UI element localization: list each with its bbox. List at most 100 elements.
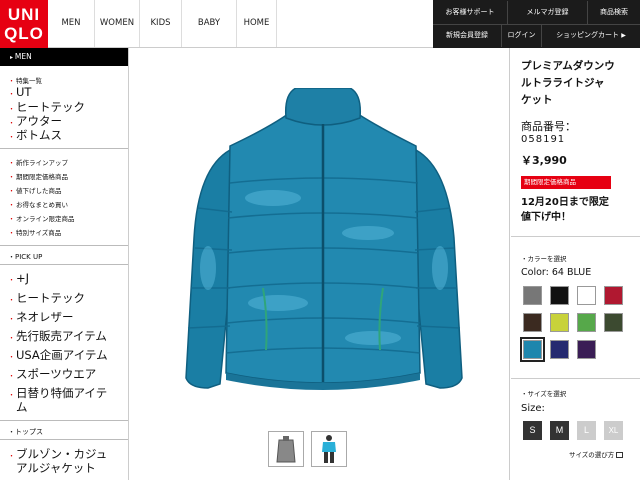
uniqlo-logo[interactable]: UNI QLO	[0, 0, 48, 48]
color-label: Color: 64 BLUE	[521, 267, 592, 278]
promo-text: 12月20日まで限定 値下げ中！	[521, 195, 609, 225]
color-swatch-navy[interactable]	[550, 340, 569, 359]
nav-kids[interactable]: KIDS	[140, 0, 182, 47]
sidebar-item-label: ブルゾン・カジュ	[16, 447, 108, 461]
color-swatch-green[interactable]	[577, 313, 596, 332]
nav-baby[interactable]: BABY	[182, 0, 237, 47]
size-button-m[interactable]: M	[550, 421, 569, 440]
product-price: ￥3,990	[521, 154, 567, 167]
color-swatch-blue-selected[interactable]	[520, 337, 545, 362]
bullet-icon: ・	[8, 452, 15, 460]
nav-home[interactable]: HOME	[237, 0, 277, 47]
sidebar-item[interactable]: ・お得なまとめ買い	[8, 199, 68, 210]
bullet-icon: ・	[8, 133, 15, 141]
thumbnail-model[interactable]	[311, 431, 347, 467]
color-swatch-white[interactable]	[577, 286, 596, 305]
bullet-icon: ・	[8, 353, 15, 361]
sidebar-item[interactable]: ・UT	[8, 85, 31, 99]
bullet-icon: ・	[8, 201, 15, 209]
sidebar-item-label: 特別サイズ商品	[16, 229, 62, 237]
sidebar-item[interactable]: ・特別サイズ商品	[8, 227, 61, 238]
sidebar-header-label: MEN	[14, 52, 32, 61]
sidebar-item[interactable]: ・オンライン限定商品	[8, 213, 75, 224]
color-swatch-yellow-green[interactable]	[550, 313, 569, 332]
panel-divider	[511, 378, 640, 379]
shopping-cart-link[interactable]: ショッピングカート ▶	[541, 24, 640, 47]
sidebar-item[interactable]: ・ボトムス	[8, 127, 62, 143]
promo-line: 値下げ中！	[521, 212, 571, 223]
product-title: プレミアムダウンウ ルトラライトジャ ケット	[521, 58, 639, 109]
bullet-icon: ・	[8, 90, 15, 98]
bullet-icon: ・	[8, 296, 15, 304]
sidebar-item-continued[interactable]: アルジャケット	[16, 460, 96, 476]
login-link[interactable]: ログイン	[501, 24, 541, 47]
sidebar-item[interactable]: ・先行販売アイテム	[8, 328, 107, 344]
sidebar-item[interactable]: ・スポーツウエア	[8, 366, 96, 382]
support-link[interactable]: お客様サポート	[433, 1, 507, 24]
sidebar-divider	[0, 439, 128, 440]
sidebar-item-label: ボトムス	[16, 128, 62, 142]
product-title-line: ケット	[521, 94, 553, 106]
popup-icon	[616, 452, 624, 458]
product-title-line: プレミアムダウンウ	[521, 60, 615, 72]
color-section-title: ・カラーを選択	[521, 253, 567, 263]
sidebar-item-label: UT	[16, 85, 32, 99]
sidebar-divider	[0, 420, 128, 421]
color-section-label: カラーを選択	[527, 255, 567, 263]
sidebar-divider	[0, 148, 128, 149]
size-section-label: サイズを選択	[527, 390, 567, 398]
sidebar-item-label: 特集一覧	[16, 77, 42, 85]
size-button-l[interactable]: L	[577, 421, 596, 440]
product-search-link[interactable]: 商品検索	[587, 1, 640, 24]
sidebar-item-label: アウター	[16, 114, 62, 128]
color-swatch-gray[interactable]	[523, 286, 542, 305]
bullet-icon: ・	[8, 215, 15, 223]
bullet-icon: ・	[8, 315, 15, 323]
bullet-icon: ・	[8, 334, 15, 342]
size-button-xl[interactable]: XL	[604, 421, 623, 440]
sidebar-item-label: オンライン限定商品	[16, 215, 75, 223]
product-code: 058191	[521, 134, 566, 145]
jacket-image[interactable]	[168, 88, 478, 428]
sidebar-item-label: ネオレザー	[16, 310, 74, 324]
sidebar-item[interactable]: ・期間限定価格商品	[8, 171, 68, 182]
nav-men[interactable]: MEN	[48, 0, 95, 47]
bullet-icon: ・	[8, 187, 15, 195]
size-button-s[interactable]: S	[523, 421, 542, 440]
nav-women[interactable]: WOMEN	[95, 0, 140, 47]
color-swatch-olive[interactable]	[604, 313, 623, 332]
color-swatch-purple[interactable]	[577, 340, 596, 359]
thumbnail-product[interactable]	[268, 431, 304, 467]
sidebar-item[interactable]: ・値下げした商品	[8, 185, 62, 196]
category-sidebar: ▸ MEN ・特集一覧 ・UT ・ヒートテック ・アウター ・ボトムス ・新作ラ…	[0, 48, 129, 480]
sidebar-item[interactable]: ・新作ラインアップ	[8, 157, 68, 168]
sidebar-item[interactable]: ・USA企画アイテム	[8, 347, 108, 363]
limited-price-badge: 期間限定価格商品	[521, 176, 611, 189]
size-guide-link[interactable]: サイズの選び方	[569, 449, 624, 459]
bullet-icon: ・	[8, 428, 15, 436]
sidebar-item-continued[interactable]: ム	[16, 399, 28, 415]
bullet-icon: ・	[8, 276, 15, 284]
sidebar-item[interactable]: ・ヒートテック	[8, 290, 85, 306]
sidebar-item-label: +J	[16, 271, 30, 285]
newsletter-link[interactable]: メルマガ登録	[507, 1, 587, 24]
bullet-icon: ・	[8, 253, 15, 261]
sidebar-item-label: お得なまとめ買い	[16, 201, 68, 209]
color-swatch-brown[interactable]	[523, 313, 542, 332]
sidebar-item[interactable]: ・+J	[8, 271, 29, 285]
sidebar-header: ▸ MEN	[0, 48, 128, 66]
product-title-line: ルトラライトジャ	[521, 77, 605, 89]
color-swatch-red[interactable]	[604, 286, 623, 305]
sidebar-item[interactable]: ・ネオレザー	[8, 309, 74, 325]
register-link[interactable]: 新規会員登録	[433, 24, 501, 47]
size-guide-label: サイズの選び方	[569, 451, 615, 459]
bullet-icon: ・	[8, 159, 15, 167]
sidebar-item-label: 新作ラインアップ	[16, 159, 68, 167]
bullet-icon: ・	[8, 173, 15, 181]
color-swatch-black[interactable]	[550, 286, 569, 305]
sidebar-divider	[0, 245, 128, 246]
section-label: PICK UP	[15, 253, 43, 261]
thumbnail-model-image	[322, 435, 336, 463]
sidebar-item-label: 先行販売アイテム	[16, 329, 107, 343]
cart-arrow-icon: ▶	[621, 32, 626, 39]
